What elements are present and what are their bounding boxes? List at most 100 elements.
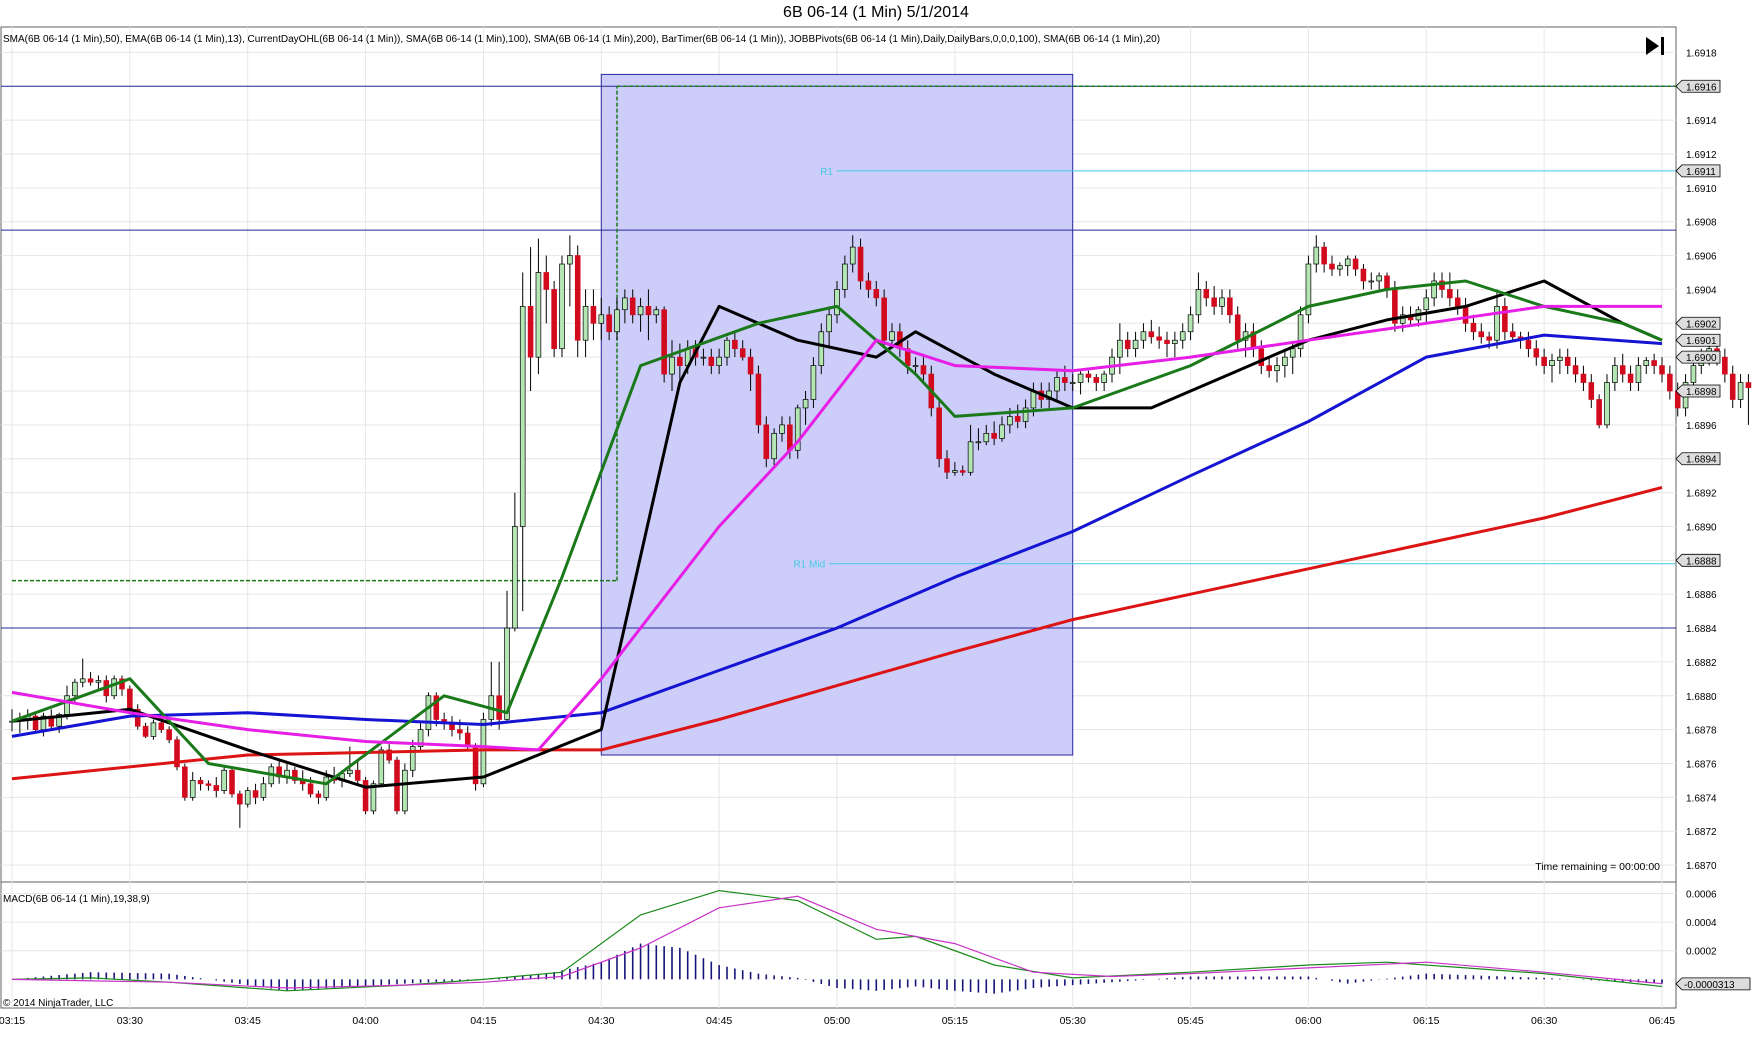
candle-body xyxy=(1376,275,1382,282)
candle-body xyxy=(244,790,251,805)
candle-body xyxy=(1062,377,1068,383)
candle-body xyxy=(378,749,385,785)
candle-body xyxy=(1384,275,1390,290)
y-tick-label: 1.6896 xyxy=(1686,421,1717,432)
x-tick-label: 06:15 xyxy=(1413,1015,1439,1027)
candle-body xyxy=(1667,373,1673,392)
candle-body xyxy=(1557,356,1563,361)
y-tick-label: 1.6912 xyxy=(1686,150,1717,161)
candle-body xyxy=(1101,373,1107,383)
candle-body xyxy=(716,356,722,366)
candle-body xyxy=(1211,297,1217,307)
candle-body xyxy=(425,695,432,730)
candle-body xyxy=(315,793,322,798)
time-remaining-label: Time remaining = 00:00:00 xyxy=(1535,861,1660,873)
candle-body xyxy=(865,280,872,290)
candle-body xyxy=(1344,258,1351,267)
candle-body xyxy=(779,424,785,434)
x-tick-label: 05:00 xyxy=(824,1015,850,1027)
candle-body xyxy=(834,289,840,316)
candle-body xyxy=(1604,382,1610,426)
candle-body xyxy=(622,297,628,311)
y-tick-label: 1.6878 xyxy=(1686,726,1717,737)
macd-y-tick-label: 0.0002 xyxy=(1686,947,1717,958)
candle-body xyxy=(1187,314,1194,333)
price-tag-label: 1.6898 xyxy=(1686,387,1717,398)
candle-body xyxy=(1360,268,1367,282)
candle-body xyxy=(1651,360,1657,366)
candle-body xyxy=(1164,339,1170,344)
candle-body xyxy=(307,783,314,795)
candle-body xyxy=(512,526,518,629)
candle-body xyxy=(763,424,770,460)
candle-body xyxy=(551,289,557,350)
candle-body xyxy=(826,314,832,333)
candle-body xyxy=(912,365,919,367)
candle-body xyxy=(197,780,204,785)
candle-body xyxy=(677,356,683,366)
x-tick-label: 05:45 xyxy=(1177,1015,1203,1027)
candle-body xyxy=(1195,289,1202,316)
x-tick-label: 03:15 xyxy=(0,1015,25,1027)
y-tick-label: 1.6906 xyxy=(1686,252,1717,263)
candle-body xyxy=(1203,289,1210,299)
candle-body xyxy=(574,255,581,341)
candle-body xyxy=(1509,331,1516,338)
candle-body xyxy=(1533,348,1540,358)
x-tick-label: 06:00 xyxy=(1295,1015,1321,1027)
candle-body xyxy=(72,681,78,697)
candle-body xyxy=(1132,339,1139,350)
candle-body xyxy=(1612,365,1618,383)
candle-body xyxy=(1454,297,1461,307)
x-tick-label: 04:00 xyxy=(352,1015,378,1027)
candle-body xyxy=(669,356,675,375)
candle-body xyxy=(818,331,825,366)
candle-body xyxy=(205,783,212,786)
candle-body xyxy=(1234,314,1241,341)
candle-body xyxy=(1352,258,1359,270)
macd-value-tag-label: -0.0000313 xyxy=(1684,980,1735,991)
candle-body xyxy=(527,306,534,358)
candle-body xyxy=(142,725,149,737)
candle-body xyxy=(1737,382,1744,400)
candle-body xyxy=(936,407,942,460)
candle-body xyxy=(166,729,172,741)
y-tick-label: 1.6914 xyxy=(1686,116,1717,127)
y-tick-label: 1.6918 xyxy=(1686,48,1717,59)
candle-body xyxy=(1054,377,1060,392)
candle-body xyxy=(1179,331,1186,341)
y-tick-label: 1.6880 xyxy=(1686,692,1717,703)
candle-body xyxy=(629,297,636,316)
candle-body xyxy=(952,470,958,473)
candle-body xyxy=(755,373,762,426)
candle-body xyxy=(637,306,644,316)
price-tag-label: 1.6911 xyxy=(1686,167,1716,178)
candle-body xyxy=(1470,322,1477,333)
candle-body xyxy=(1690,365,1697,383)
candle-body xyxy=(1447,289,1453,299)
candle-body xyxy=(1423,297,1430,311)
candle-body xyxy=(1525,339,1532,350)
candle-body xyxy=(1258,348,1265,366)
candle-body xyxy=(889,331,895,341)
macd-caption: MACD(6B 06-14 (1 Min),19,38,9) xyxy=(3,894,150,905)
candle-body xyxy=(111,678,117,697)
candle-body xyxy=(1635,365,1642,383)
candle-body xyxy=(724,339,730,358)
y-tick-label: 1.6892 xyxy=(1686,489,1717,500)
candle-body xyxy=(543,272,550,290)
candle-body xyxy=(983,432,990,443)
x-tick-label: 04:15 xyxy=(470,1015,496,1027)
macd-y-tick-label: 0.0004 xyxy=(1686,918,1717,929)
candle-body xyxy=(1643,360,1650,366)
candle-body xyxy=(944,458,950,473)
candle-body xyxy=(1541,356,1547,366)
candle-body xyxy=(590,306,597,324)
candle-body xyxy=(1172,339,1178,344)
candle-body xyxy=(323,776,330,798)
candle-body xyxy=(1462,306,1469,324)
candle-body xyxy=(802,399,809,409)
candle-body xyxy=(1313,246,1320,265)
candle-body xyxy=(1321,246,1327,265)
candle-body xyxy=(857,246,864,282)
